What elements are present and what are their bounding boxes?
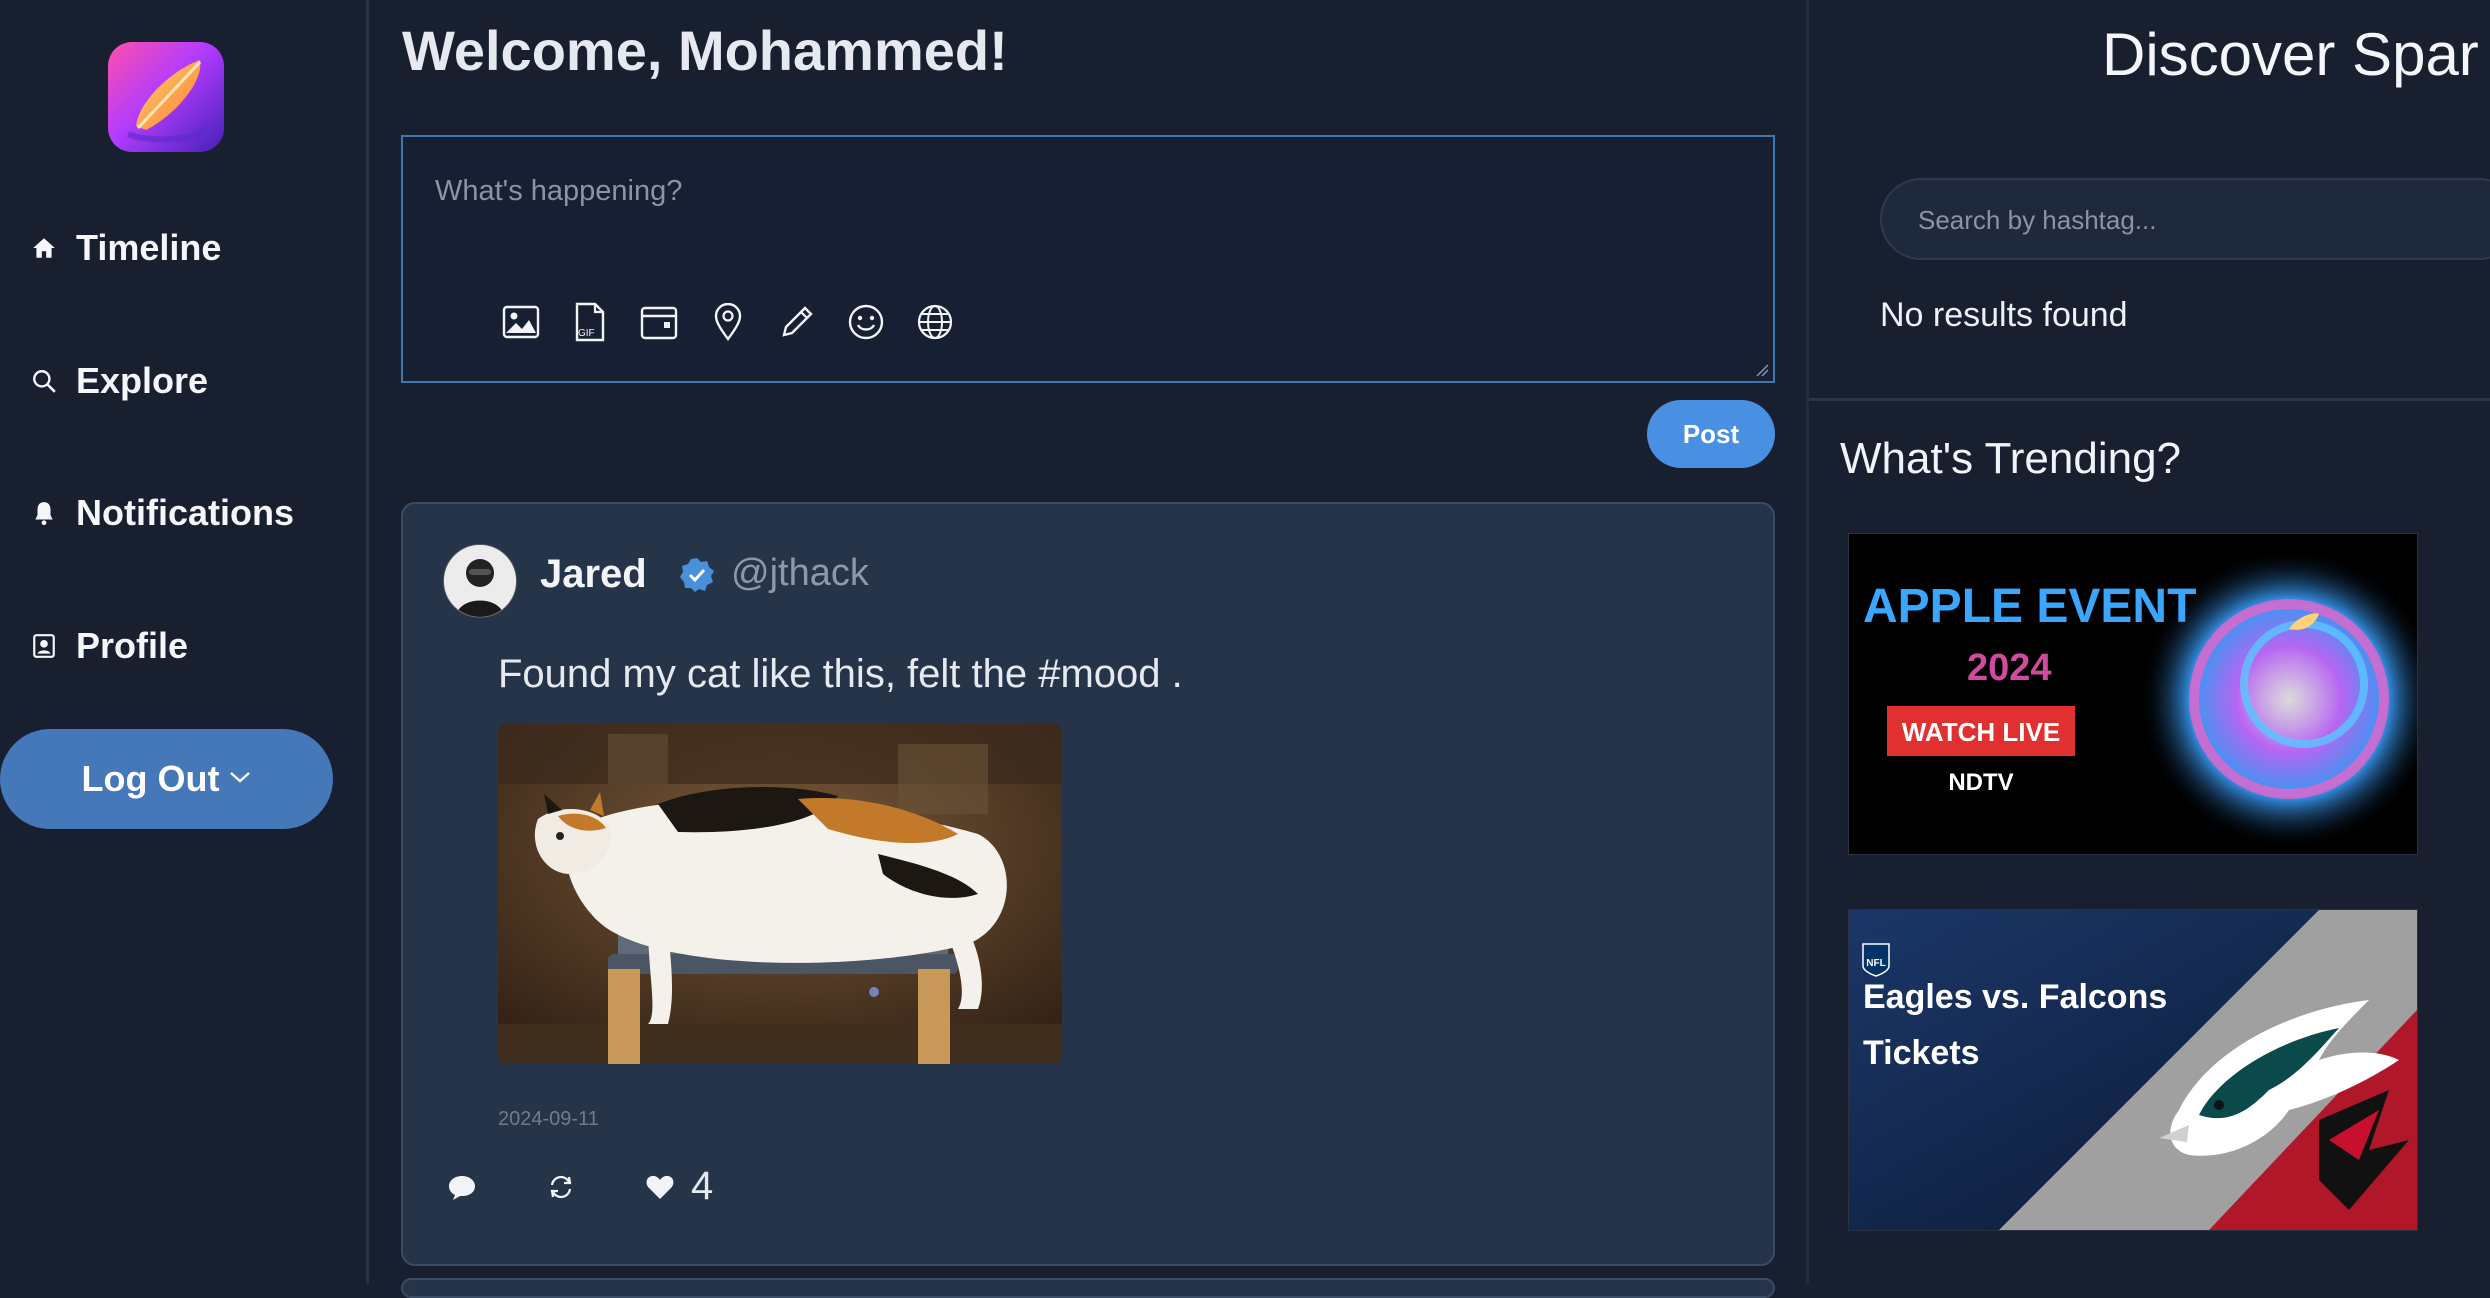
author-handle[interactable]: @jthack bbox=[731, 552, 869, 595]
gif-icon[interactable]: GIF bbox=[570, 302, 610, 342]
post-image[interactable] bbox=[498, 724, 1062, 1064]
location-icon[interactable] bbox=[708, 302, 748, 342]
hashtag-search-input[interactable] bbox=[1916, 180, 2490, 260]
logout-label: Log Out bbox=[81, 758, 220, 799]
post-actions: 4 bbox=[447, 1164, 713, 1209]
post-button[interactable]: Post bbox=[1647, 400, 1775, 468]
sidebar-item-label: Explore bbox=[76, 360, 209, 401]
trend-card-apple-event[interactable]: APPLE EVENT 2024 WATCH LIVE NDTV bbox=[1848, 533, 2418, 855]
hashtag-search[interactable] bbox=[1880, 178, 2490, 260]
watch-live-badge: WATCH LIVE bbox=[1902, 717, 2060, 747]
trend-brand: NDTV bbox=[1948, 769, 2013, 796]
trend-headline: APPLE EVENT bbox=[1863, 580, 2196, 633]
profile-icon bbox=[30, 632, 58, 660]
search-icon bbox=[30, 367, 58, 395]
composer-toolbar: GIF bbox=[501, 302, 984, 342]
app-logo[interactable] bbox=[108, 42, 224, 152]
repost-icon bbox=[550, 1175, 572, 1198]
chevron-down-icon bbox=[229, 770, 251, 789]
heart-icon bbox=[646, 1175, 674, 1199]
author-name[interactable]: Jared bbox=[540, 552, 647, 597]
sidebar-item-timeline[interactable]: Timeline bbox=[30, 218, 221, 278]
post-card: Jared @jthack Found my cat like this, fe… bbox=[401, 502, 1775, 1266]
trend-year: 2024 bbox=[1967, 647, 2052, 689]
search-status: No results found bbox=[1880, 296, 2128, 334]
repost-button[interactable] bbox=[547, 1173, 575, 1201]
sidebar-item-label: Profile bbox=[76, 625, 189, 666]
calendar-icon[interactable] bbox=[639, 302, 679, 342]
like-count: 4 bbox=[691, 1164, 714, 1208]
sidebar-item-label: Notifications bbox=[76, 492, 295, 533]
pencil-icon[interactable] bbox=[777, 302, 817, 342]
sidebar-item-explore[interactable]: Explore bbox=[30, 351, 208, 411]
home-icon bbox=[30, 234, 58, 262]
sidebar: Timeline Explore Notifications Profile L… bbox=[0, 0, 366, 1284]
right-column-divider bbox=[1806, 0, 1809, 1284]
nfl-logo-text: NFL bbox=[1866, 958, 1885, 969]
avatar[interactable] bbox=[443, 544, 517, 618]
bell-icon bbox=[30, 499, 58, 527]
image-icon[interactable] bbox=[501, 302, 541, 342]
emoji-icon[interactable] bbox=[846, 302, 886, 342]
column-divider bbox=[366, 0, 369, 1284]
section-divider bbox=[1809, 398, 2490, 401]
post-text: Found my cat like this, felt the #mood . bbox=[498, 652, 1183, 696]
discover-title: Discover Spar bbox=[2102, 21, 2479, 88]
verified-badge-icon bbox=[680, 558, 714, 592]
page-title: Welcome, Mohammed! bbox=[402, 19, 1008, 82]
reply-button[interactable] bbox=[447, 1173, 477, 1201]
trending-title: What's Trending? bbox=[1840, 434, 2182, 483]
next-post-card bbox=[401, 1278, 1775, 1298]
post-composer[interactable]: What's happening? GIF bbox=[401, 135, 1775, 383]
sidebar-item-profile[interactable]: Profile bbox=[30, 616, 188, 676]
sidebar-item-label: Timeline bbox=[76, 227, 222, 268]
logout-button[interactable]: Log Out bbox=[0, 729, 333, 829]
resize-grip-icon[interactable] bbox=[1755, 363, 1769, 377]
comment-icon bbox=[449, 1175, 475, 1200]
like-button[interactable]: 4 bbox=[645, 1164, 713, 1209]
composer-input[interactable]: What's happening? bbox=[435, 175, 682, 208]
post-date: 2024-09-11 bbox=[498, 1108, 599, 1130]
globe-icon[interactable] bbox=[915, 302, 955, 342]
sidebar-item-notifications[interactable]: Notifications bbox=[30, 483, 294, 543]
gif-label: GIF bbox=[578, 328, 595, 339]
trend-headline: Eagles vs. Falcons bbox=[1863, 978, 2167, 1016]
trend-card-eagles-falcons[interactable]: NFL Eagles vs. Falcons Tickets bbox=[1848, 909, 2418, 1231]
trend-subline: Tickets bbox=[1863, 1034, 1980, 1072]
